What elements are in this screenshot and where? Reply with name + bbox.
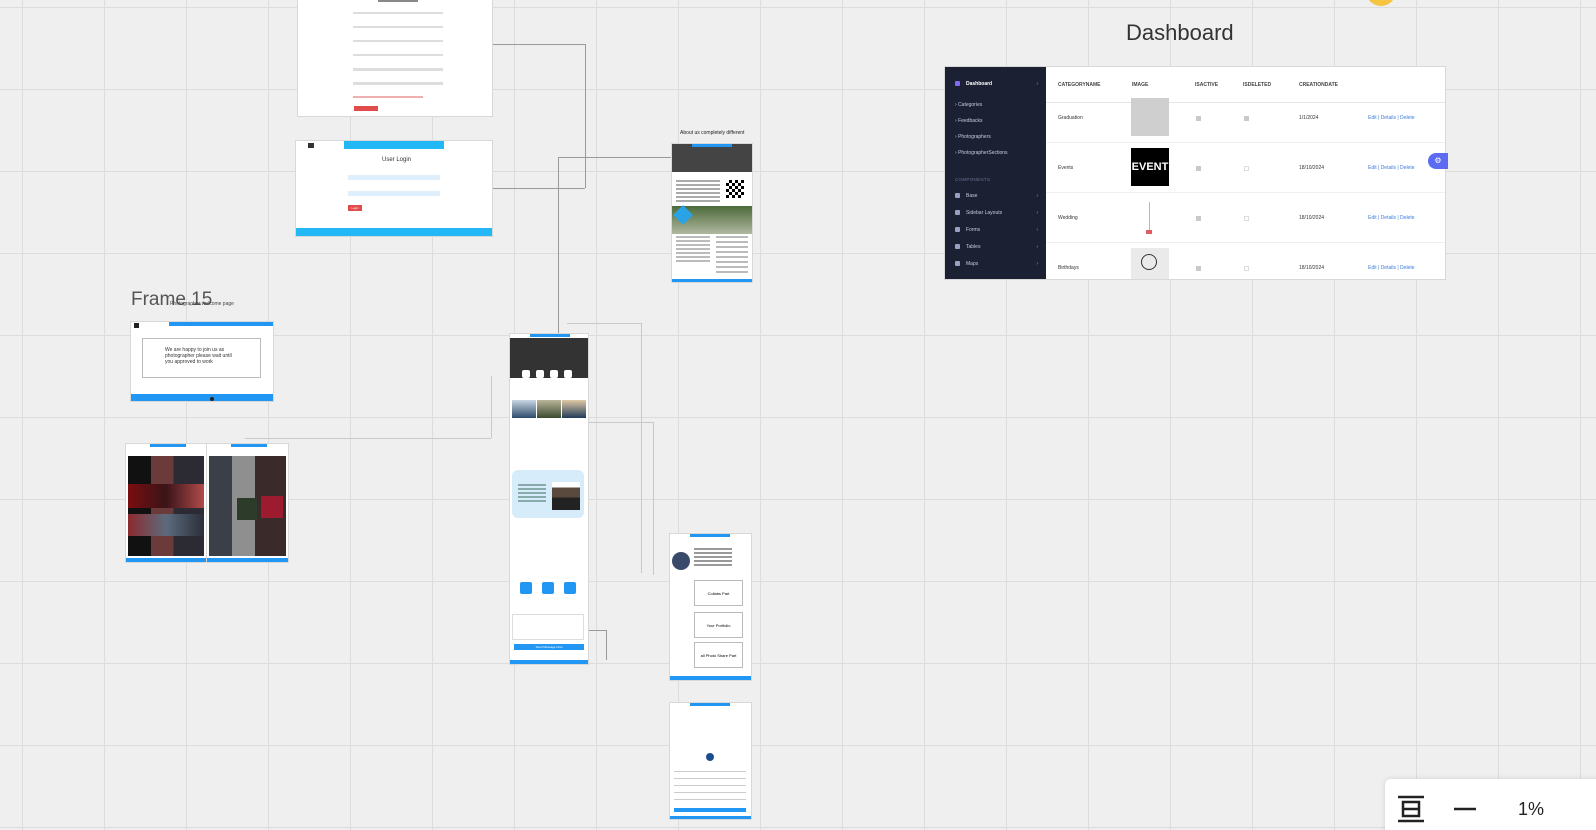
password-field[interactable] [348,191,440,196]
row-actions[interactable]: Edit | Details | Delete [1368,215,1415,221]
category-image [1131,198,1169,236]
table-row: Wedding 18/10/2024 Edit | Details | Dele… [1046,193,1445,243]
isdeleted-checkbox[interactable] [1244,116,1249,121]
col-image: IMAGE [1132,82,1149,88]
registration-frame[interactable] [670,703,751,819]
row-actions[interactable]: Edit | Details | Delete [1368,165,1415,171]
creation-date: 18/10/2024 [1299,215,1325,221]
login-frame[interactable]: User Login Login [296,141,492,236]
register-icon [706,753,714,761]
mail-icon [542,582,554,594]
sidebar-item-base[interactable]: Base [955,193,977,199]
isdeleted-checkbox[interactable] [1244,166,1249,171]
logo-icon [308,143,314,148]
col-isdeleted: ISDELETED [1243,82,1272,88]
dashboard-sidebar: Dashboard › › Categories › Feedbacks › P… [945,67,1046,279]
category-image: EVENT [1131,148,1169,186]
connector-line [641,323,642,573]
row-actions[interactable]: Edit | Details | Delete [1368,115,1415,121]
frame-15-subtitle: Photographer welcome page [170,301,234,307]
col-isactive: ISACTIVE [1195,82,1219,88]
category-image [1131,248,1169,279]
connector-line [567,323,641,324]
connector-line [558,157,672,158]
isdeleted-checkbox[interactable] [1244,216,1249,221]
sidebar-item-tables[interactable]: Tables [955,244,980,250]
login-heading: User Login [382,157,412,163]
zoom-toolbar: 1% [1385,779,1596,830]
sidebar-item-categories[interactable]: › Categories [955,102,982,108]
row-actions[interactable]: Edit | Details | Delete [1368,265,1415,271]
sidebar-item-photographers[interactable]: › Photographers [955,134,991,140]
phone-icon [520,582,532,594]
connector-line [586,422,653,423]
gallery-frame-2[interactable] [207,444,288,562]
col-creationdate: CREATIONDATE [1299,82,1338,88]
creation-date: 18/10/2024 [1299,265,1325,271]
isdeleted-checkbox[interactable] [1244,266,1249,271]
about-caption: About us completely different [680,130,745,136]
photographer-portrait [552,482,580,510]
sidebar-item-feedbacks[interactable]: › Feedbacks [955,118,983,124]
sidebar-item-forms[interactable]: Forms [955,227,980,233]
creation-date: 18/10/2024 [1299,165,1325,171]
dashboard-frame[interactable]: Dashboard › › Categories › Feedbacks › P… [945,67,1445,279]
emoji-sticker [1366,0,1396,6]
connector-line [653,422,654,575]
category-image [1131,98,1169,136]
frame-15-message: We are happy to join us as photographer … [165,347,232,365]
connector-line [492,44,585,45]
profile-box[interactable]: Your Portfolio [694,612,743,638]
col-categoryname: CATEGORYNAME [1058,82,1101,88]
creation-date: 1/1/2024 [1299,115,1319,121]
connector-line [491,376,492,438]
connector-line [492,188,585,189]
gallery-frame[interactable] [126,444,206,562]
category-name: Events [1058,165,1074,171]
form-submit-button[interactable] [354,106,378,111]
profile-box[interactable]: Collabs Part [694,580,743,606]
isactive-checkbox[interactable] [1196,216,1201,221]
connector-line [558,157,559,335]
login-button[interactable]: Login [348,205,362,211]
send-message-button[interactable]: Send Message Now [514,644,584,650]
home-frame[interactable]: Send Message Now [510,334,588,664]
profile-box[interactable]: all Photo Share Part [694,642,743,668]
connector-line [586,630,606,631]
sidebar-item-dashboard[interactable]: Dashboard [955,81,992,87]
zoom-level[interactable]: 1% [1518,799,1544,820]
qr-code-icon [726,180,744,198]
profile-frame[interactable]: Collabs Part Your Portfolio all Photo Sh… [670,534,751,680]
category-name: Wedding [1058,215,1078,221]
zoom-out-icon[interactable] [1445,789,1485,829]
components-heading: COMPONENTS [955,177,991,182]
chat-icon [564,582,576,594]
isactive-checkbox[interactable] [1196,266,1201,271]
table-row: Birthdays 18/10/2024 Edit | Details | De… [1046,243,1445,279]
email-field[interactable] [348,175,440,180]
isactive-checkbox[interactable] [1196,166,1201,171]
category-name: Graduation [1058,115,1083,121]
frame-15-title: Frame 15 [131,289,213,310]
dashboard-title: Dashboard [1126,20,1234,45]
fit-frame-icon[interactable] [1391,789,1431,829]
form-frame[interactable] [298,0,492,116]
connector-line [585,44,586,188]
table-row: Events EVENT 18/10/2024 Edit | Details |… [1046,143,1445,193]
connector-line [245,438,491,439]
sidebar-item-sidebar-layouts[interactable]: Sidebar Layouts [955,210,1002,216]
table-row: Graduation 1/1/2024 Edit | Details | Del… [1046,93,1445,143]
sidebar-item-photographersections[interactable]: › PhotographerSections [955,150,1008,156]
sidebar-item-maps[interactable]: Maps [955,261,978,267]
settings-fab-icon[interactable]: ⚙ [1428,153,1448,169]
category-name: Birthdays [1058,265,1079,271]
isactive-checkbox[interactable] [1196,116,1201,121]
connector-line [606,630,607,660]
profile-avatar [672,552,690,570]
about-frame[interactable] [672,144,752,282]
frame-15[interactable]: We are happy to join us as photographer … [131,322,273,401]
